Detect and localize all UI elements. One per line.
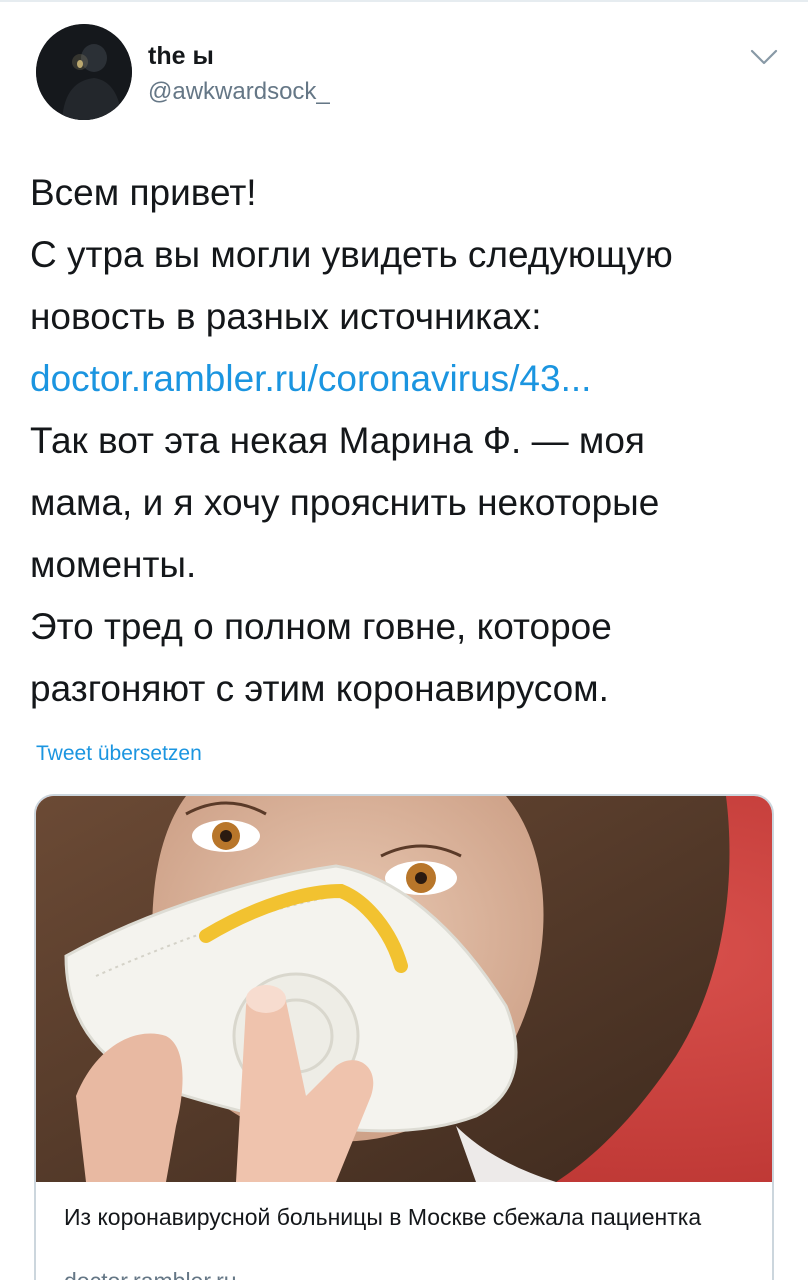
card-image[interactable] [36,796,772,1182]
tweet-line: С утра вы могли увидеть следующую [30,234,673,275]
chevron-down-icon[interactable] [748,46,780,68]
tweet-screen: the ы @awkwardsock_ Всем привет! С утра … [0,0,808,1280]
top-divider [0,0,808,2]
card-domain: doctor.rambler.ru [64,1268,237,1280]
display-name[interactable]: the ы [148,42,214,71]
user-handle[interactable]: @awkwardsock_ [148,78,330,106]
tweet-line: моменты. [30,544,197,585]
tweet-line: Всем привет! [30,172,257,213]
tweet-line: Это тред о полном говне, которое [30,606,612,647]
avatar[interactable] [36,24,132,120]
tweet-line: новость в разных источниках: [30,296,542,337]
tweet-url-link[interactable]: doctor.rambler.ru/coronavirus/43... [30,348,780,410]
translate-tweet-link[interactable]: Tweet übersetzen [36,742,202,766]
tweet-line: разгоняют с этим коронавирусом. [30,668,609,709]
link-preview-card[interactable]: Из коронавирусной больницы в Москве сбеж… [34,794,774,1280]
tweet-text: Всем привет! С утра вы могли увидеть сле… [30,162,780,720]
avatar-photo [36,24,132,120]
tweet-line: Так вот эта некая Марина Ф. — моя [30,420,645,461]
card-title[interactable]: Из коронавирусной больницы в Москве сбеж… [64,1200,754,1234]
tweet-line: мама, и я хочу прояснить некоторые [30,482,660,523]
card-photo [36,796,772,1182]
